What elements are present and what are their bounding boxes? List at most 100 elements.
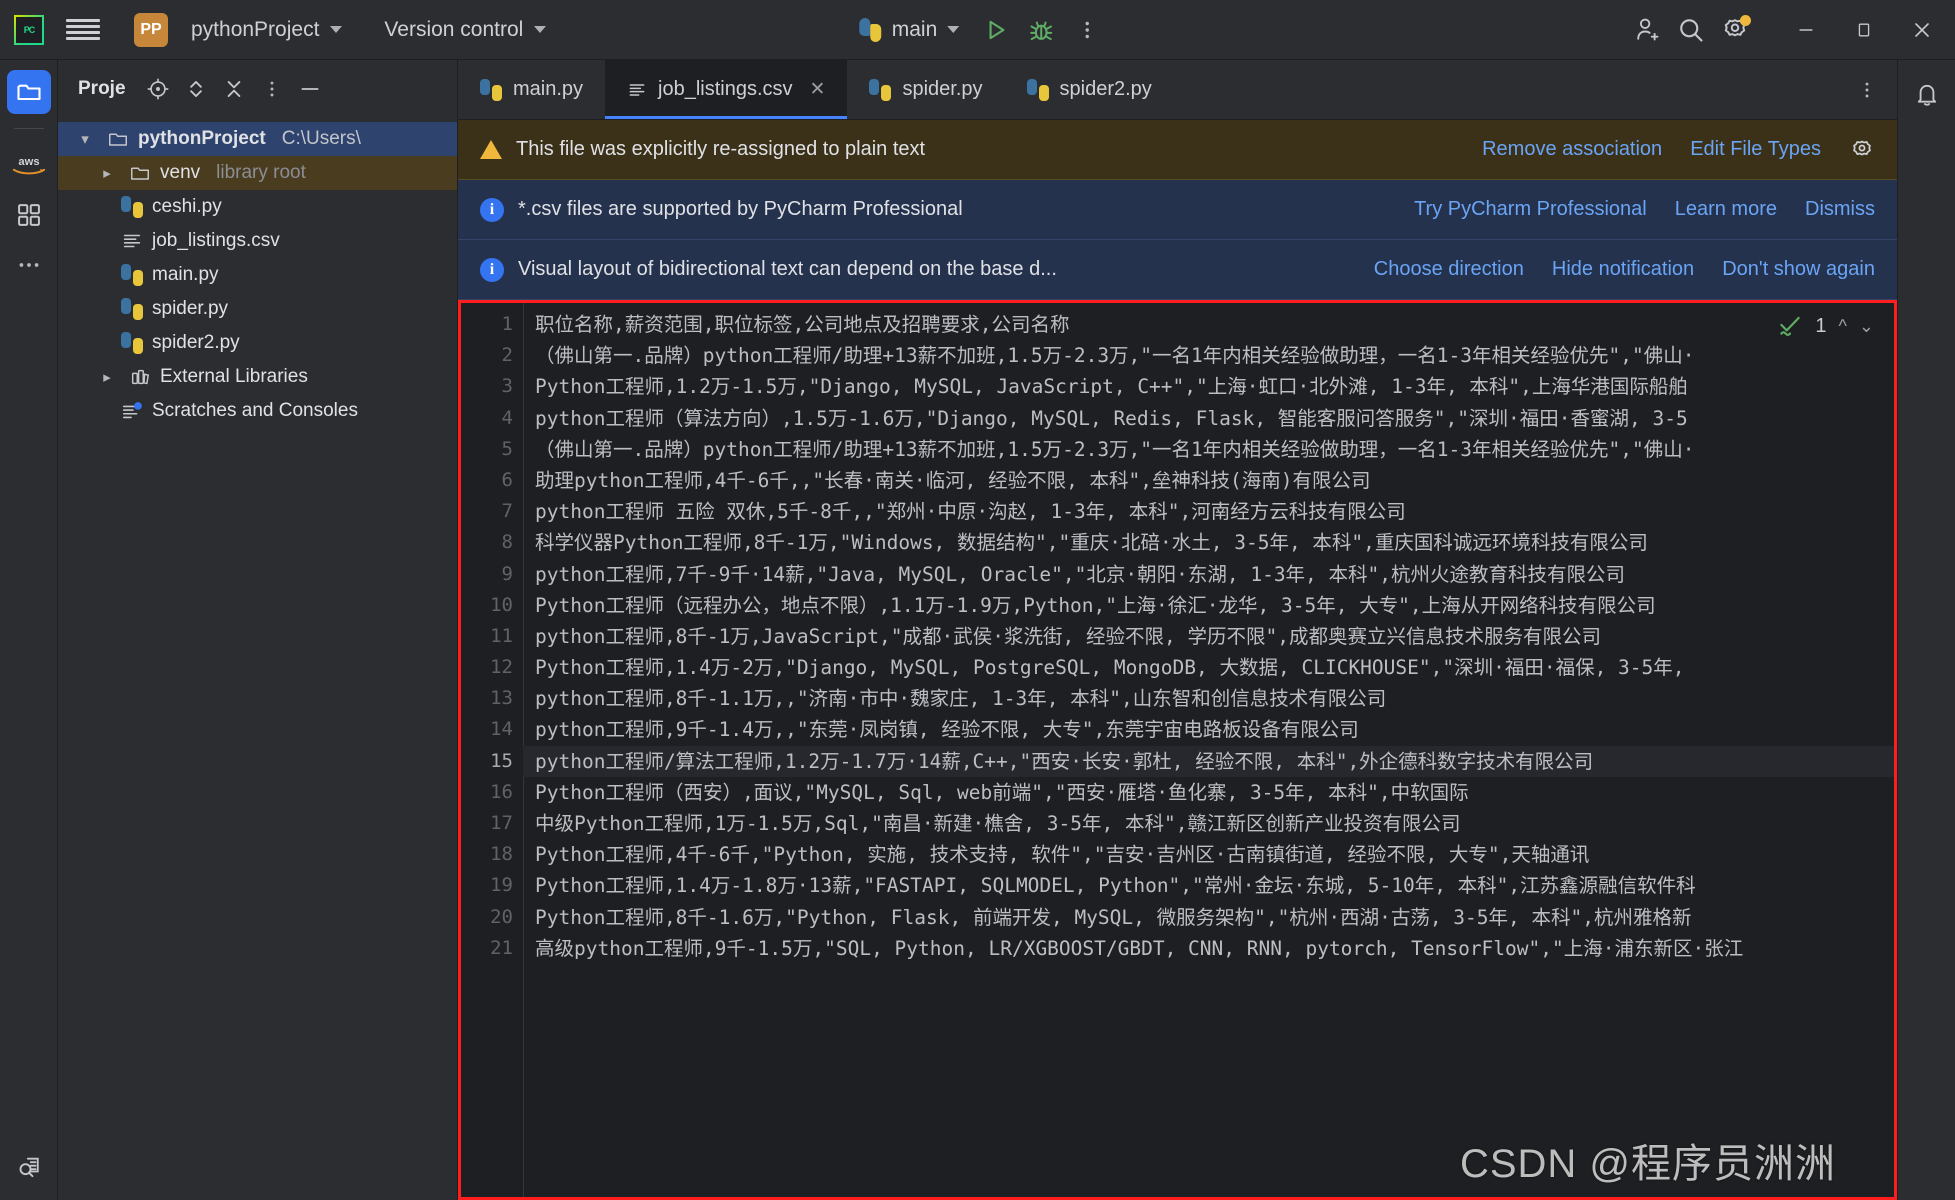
- project-tool-icon[interactable]: [7, 70, 51, 114]
- options-menu-icon[interactable]: [254, 71, 290, 107]
- run-configuration-selector[interactable]: main: [848, 12, 970, 48]
- inspection-count: 1: [1815, 315, 1826, 338]
- hamburger-menu-icon[interactable]: [66, 17, 100, 43]
- python-file-icon: [1027, 79, 1049, 101]
- tree-node-ceshi-py[interactable]: ceshi.py: [58, 190, 457, 224]
- tab-main-py[interactable]: main.py: [458, 60, 605, 119]
- bell-icon[interactable]: [1905, 72, 1949, 116]
- project-tool-window: Proje: [58, 60, 458, 1200]
- code-line: python工程师,7千-9千·14薪,"Java, MySQL, Oracle…: [523, 559, 1894, 590]
- line-number: 2: [461, 340, 523, 371]
- code-line: python工程师 五险 双休,5千-8千,,"郑州·中原·沟赵, 1-3年, …: [523, 496, 1894, 527]
- library-icon: [128, 366, 152, 388]
- tree-node-external-libraries[interactable]: ▸ External Libraries: [58, 360, 457, 394]
- collapse-all-icon[interactable]: [216, 71, 252, 107]
- run-toolbar: main: [848, 10, 1108, 50]
- code-lines[interactable]: 职位名称,薪资范围,职位标签,公司地点及招聘要求,公司名称 （佛山第一.品牌）p…: [523, 303, 1894, 1197]
- dont-show-again-link[interactable]: Don't show again: [1722, 258, 1875, 281]
- code-line: Python工程师,8千-1.6万,"Python, Flask, 前端开发, …: [523, 902, 1894, 933]
- tree-node-spider2-py[interactable]: spider2.py: [58, 326, 457, 360]
- tree-label: spider2.py: [152, 332, 240, 354]
- more-vertical-icon[interactable]: [1067, 10, 1107, 50]
- find-tool-icon[interactable]: [7, 1146, 51, 1190]
- right-tool-strip: [1897, 60, 1955, 1200]
- tab-spider2-py[interactable]: spider2.py: [1005, 60, 1174, 119]
- more-vertical-icon[interactable]: [1847, 70, 1887, 110]
- expand-collapse-icon[interactable]: [178, 71, 214, 107]
- remove-association-link[interactable]: Remove association: [1482, 138, 1662, 161]
- project-tree: ▾ pythonProject C:\Users\ ▸ venv library…: [58, 118, 457, 428]
- tree-node-scratches-and-consoles[interactable]: Scratches and Consoles: [58, 394, 457, 428]
- chevron-right-icon[interactable]: ▸: [94, 164, 120, 182]
- tree-node-spider-py[interactable]: spider.py: [58, 292, 457, 326]
- chevron-right-icon[interactable]: ▸: [94, 368, 120, 386]
- line-number: 1: [461, 309, 523, 340]
- inspection-widget[interactable]: 1 ^ ⌄: [1771, 311, 1880, 341]
- notification-csv-professional: i *.csv files are supported by PyCharm P…: [458, 180, 1897, 240]
- tab-label: job_listings.csv: [658, 78, 793, 101]
- plugins-tool-icon[interactable]: [7, 193, 51, 237]
- minimize-icon[interactable]: [1779, 6, 1833, 54]
- editor-area: main.py job_listings.csv ✕ spider.py spi…: [458, 60, 1897, 1200]
- code-line: python工程师（算法方向）,1.5万-1.6万,"Django, MySQL…: [523, 403, 1894, 434]
- more-tools-icon[interactable]: [7, 243, 51, 287]
- code-line: 中级Python工程师,1万-1.5万,Sql,"南昌·新建·樵舍, 3-5年,…: [523, 808, 1894, 839]
- tree-node-main-py[interactable]: main.py: [58, 258, 457, 292]
- code-line: Python工程师（远程办公，地点不限）,1.1万-1.9万,Python,"上…: [523, 590, 1894, 621]
- tab-job-listings-csv[interactable]: job_listings.csv ✕: [605, 60, 847, 119]
- folder-icon: [128, 162, 152, 184]
- tab-spider-py[interactable]: spider.py: [847, 60, 1004, 119]
- run-button[interactable]: [975, 10, 1015, 50]
- python-file-icon: [120, 264, 144, 286]
- debug-button[interactable]: [1021, 10, 1061, 50]
- info-circle-icon: i: [480, 258, 504, 282]
- line-number-gutter: 1 2 3 4 5 6 7 8 9 10 11 12 13 14 15 16 1: [461, 303, 523, 1197]
- tab-label: spider.py: [902, 78, 982, 101]
- edit-file-types-link[interactable]: Edit File Types: [1690, 138, 1821, 161]
- tree-node-job-listings-csv[interactable]: job_listings.csv: [58, 224, 457, 258]
- dismiss-link[interactable]: Dismiss: [1805, 198, 1875, 221]
- version-control-menu[interactable]: Version control: [374, 12, 556, 48]
- chevron-down-icon[interactable]: ▾: [72, 130, 98, 148]
- gear-icon[interactable]: [1715, 10, 1755, 50]
- scratches-icon: [120, 400, 144, 422]
- line-number: 10: [461, 590, 523, 621]
- chevron-down-icon[interactable]: ⌄: [1859, 316, 1874, 337]
- maximize-icon[interactable]: [1837, 6, 1891, 54]
- line-number-current: 15: [461, 746, 523, 777]
- tree-label: venv: [160, 162, 200, 184]
- close-icon[interactable]: ✕: [810, 78, 826, 101]
- line-number: 4: [461, 403, 523, 434]
- close-icon[interactable]: [1895, 6, 1949, 54]
- code-editor[interactable]: 1 2 3 4 5 6 7 8 9 10 11 12 13 14 15 16 1: [458, 300, 1897, 1200]
- chevron-down-icon: [330, 26, 342, 33]
- project-panel-actions: [140, 71, 328, 107]
- line-number: 18: [461, 839, 523, 870]
- try-pycharm-professional-link[interactable]: Try PyCharm Professional: [1414, 198, 1647, 221]
- code-line: python工程师,9千-1.4万,,"东莞·凤岗镇, 经验不限, 大专",东莞…: [523, 714, 1894, 745]
- line-number: 20: [461, 902, 523, 933]
- warning-triangle-icon: [480, 140, 502, 159]
- code-line: （佛山第一.品牌）python工程师/助理+13薪不加班,1.5万-2.3万,"…: [523, 340, 1894, 371]
- hide-notification-link[interactable]: Hide notification: [1552, 258, 1694, 281]
- line-number: 3: [461, 371, 523, 402]
- info-circle-icon: i: [480, 198, 504, 222]
- search-icon[interactable]: [1671, 10, 1711, 50]
- line-number: 11: [461, 621, 523, 652]
- title-bar: PC PP pythonProject Version control main: [0, 0, 1955, 60]
- choose-direction-link[interactable]: Choose direction: [1374, 258, 1524, 281]
- tree-node-pythonproject[interactable]: ▾ pythonProject C:\Users\: [58, 122, 457, 156]
- project-selector[interactable]: PP pythonProject: [124, 7, 352, 53]
- hide-panel-icon[interactable]: [292, 71, 328, 107]
- aws-tool-icon[interactable]: aws: [7, 143, 51, 187]
- chevron-up-icon[interactable]: ^: [1838, 316, 1846, 337]
- notification-links: Remove association Edit File Types: [1482, 137, 1875, 163]
- learn-more-link[interactable]: Learn more: [1675, 198, 1777, 221]
- add-user-icon[interactable]: [1627, 10, 1667, 50]
- pycharm-icon: PC: [14, 15, 44, 45]
- locate-target-icon[interactable]: [140, 71, 176, 107]
- code-line: 助理python工程师,4千-6千,,"长春·南关·临河, 经验不限, 本科",…: [523, 465, 1894, 496]
- tree-node-venv[interactable]: ▸ venv library root: [58, 156, 457, 190]
- project-badge: PP: [134, 13, 168, 47]
- gear-icon[interactable]: [1849, 137, 1875, 163]
